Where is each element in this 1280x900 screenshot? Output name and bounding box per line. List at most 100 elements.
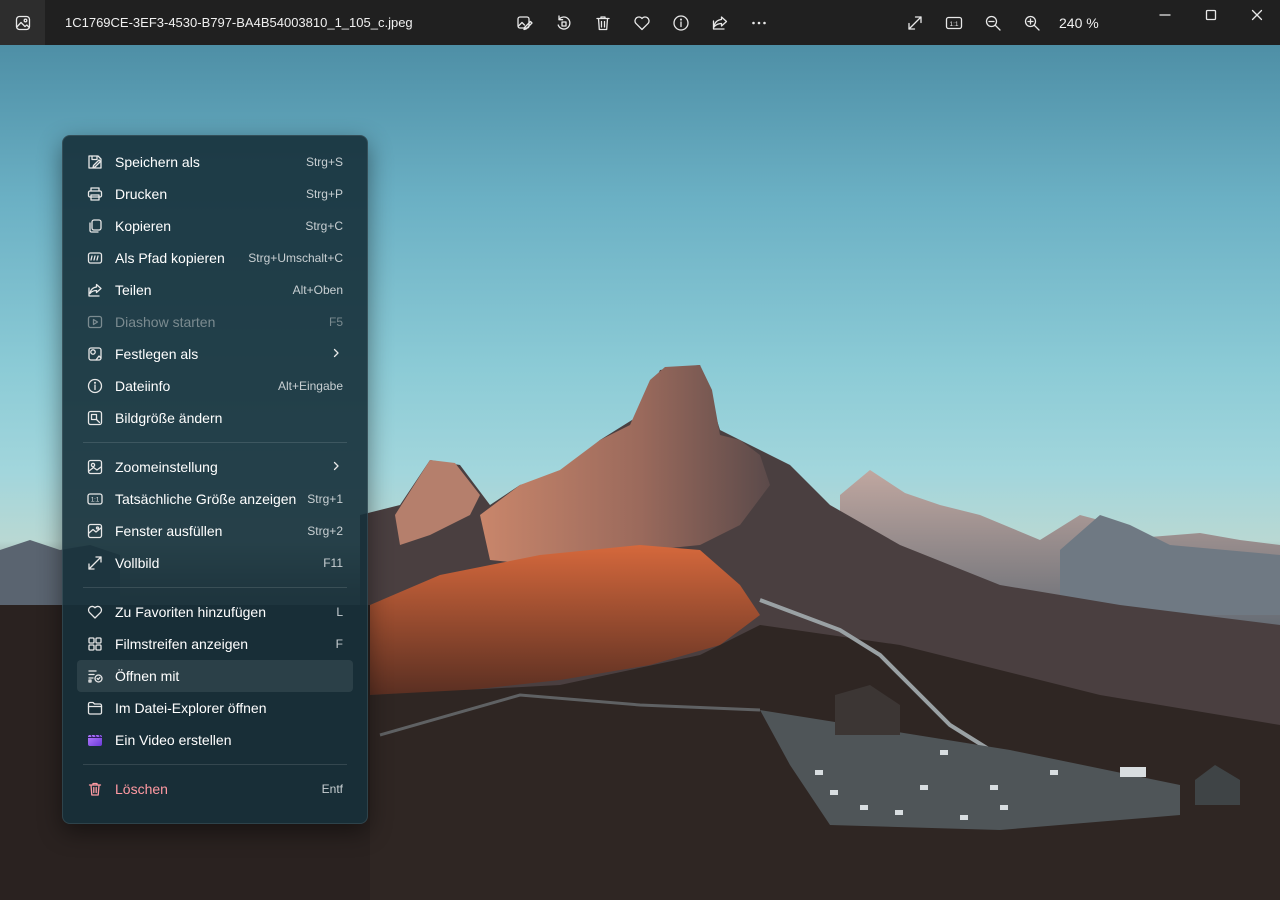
menu-item-share[interactable]: Teilen Alt+Oben [77,274,353,306]
zoom-out-icon [985,15,1001,31]
menu-item-actual-size[interactable]: 1:1 Tatsächliche Größe anzeigen Strg+1 [77,483,353,515]
menu-item-shortcut: Strg+C [305,219,343,233]
menu-item-shortcut: Entf [321,782,343,796]
app-menu-button[interactable] [0,0,45,45]
actual-size-icon: 1:1 [87,493,103,505]
menu-item-slideshow: Diashow starten F5 [77,306,353,338]
menu-item-filmstrip[interactable]: Filmstreifen anzeigen F [77,628,353,660]
menu-item-shortcut: Alt+Oben [292,283,343,297]
menu-item-shortcut: Strg+P [305,187,343,201]
minimize-icon [1159,14,1171,16]
menu-item-shortcut: Strg+2 [307,524,343,538]
open-with-icon [88,670,103,683]
menu-item-label: Diashow starten [115,314,216,330]
menu-item-set-as[interactable]: Festlegen als [77,338,353,370]
menu-item-delete[interactable]: Löschen Entf [77,773,353,805]
folder-icon [87,701,103,715]
maximize-icon [1205,9,1217,21]
minimize-button[interactable] [1142,0,1188,30]
menu-item-label: Bildgröße ändern [115,410,223,426]
delete-icon [595,15,610,30]
rotate-button[interactable] [544,7,583,39]
svg-text:1:1: 1:1 [91,498,100,504]
close-icon [1251,9,1263,21]
menu-item-label: Filmstreifen anzeigen [115,636,249,652]
menu-item-label: Vollbild [115,555,160,571]
favorite-button[interactable] [622,7,661,39]
rotate-icon [557,14,570,30]
slideshow-icon [87,315,103,329]
menu-item-open-explorer[interactable]: Im Datei-Explorer öffnen [77,692,353,724]
menu-item-label: Zu Favoriten hinzufügen [115,604,266,620]
favorite-icon [633,15,650,30]
menu-item-open-with[interactable]: Öffnen mit [77,660,353,692]
fullscreen-icon [88,556,102,570]
filmstrip-icon [88,637,102,651]
menu-item-shortcut: Strg+1 [307,492,343,506]
fill-window-icon [87,523,103,539]
menu-item-copy-path[interactable]: Als Pfad kopieren Strg+Umschalt+C [77,242,353,274]
chevron-right-icon [333,348,339,358]
maximize-button[interactable] [1188,0,1234,30]
heart-icon [87,605,103,619]
menu-item-file-info[interactable]: Dateiinfo Alt+Eingabe [77,370,353,402]
menu-separator [83,442,347,443]
edit-image-button[interactable] [505,7,544,39]
more-button[interactable] [739,7,778,39]
zoom-out-button[interactable] [973,7,1012,39]
zoom-in-icon [1024,15,1040,31]
menu-separator [83,764,347,765]
menu-item-label: Zoomeinstellung [115,459,218,475]
fullscreen-button[interactable] [895,7,934,39]
video-editor-icon [88,734,102,746]
zoom-setting-icon [87,459,103,475]
menu-item-add-favorite[interactable]: Zu Favoriten hinzufügen L [77,596,353,628]
menu-item-create-video[interactable]: Ein Video erstellen [77,724,353,756]
info-icon [87,378,103,394]
menu-item-shortcut: F5 [328,315,343,329]
trash-icon [88,782,102,796]
toolbar-right: 1:1 240 % [895,0,1099,45]
resize-icon [87,410,103,426]
menu-item-copy[interactable]: Kopieren Strg+C [77,210,353,242]
window-controls [1142,0,1280,30]
menu-item-label: Ein Video erstellen [115,732,232,748]
title-bar: 1C1769CE-3EF3-4530-B797-BA4B54003810_1_1… [0,0,1280,45]
menu-item-label: Kopieren [115,218,172,234]
set-as-icon [88,347,102,361]
menu-item-label: Festlegen als [115,346,199,362]
file-name: 1C1769CE-3EF3-4530-B797-BA4B54003810_1_1… [65,15,413,30]
menu-item-fill-window[interactable]: Fenster ausfüllen Strg+2 [77,515,353,547]
fullscreen-icon [907,15,922,30]
chevron-right-icon [333,461,339,471]
menu-item-label: Drucken [115,186,168,202]
menu-item-shortcut: L [336,605,343,619]
menu-item-shortcut: F11 [323,556,343,570]
print-icon [87,187,103,201]
menu-item-label: Dateiinfo [115,378,171,394]
photos-app-icon [15,15,30,30]
menu-item-resize-image[interactable]: Bildgröße ändern [77,402,353,434]
menu-item-save-as[interactable]: Speichern als Strg+S [77,146,353,178]
menu-item-label: Fenster ausfüllen [115,523,223,539]
menu-item-label: Als Pfad kopieren [115,250,225,266]
zoom-in-button[interactable] [1012,7,1051,39]
copy-path-icon [87,252,103,264]
share-button[interactable] [700,7,739,39]
zoom-level[interactable]: 240 % [1059,15,1099,31]
info-button[interactable] [661,7,700,39]
save-as-icon [88,155,102,169]
menu-item-print[interactable]: Drucken Strg+P [77,178,353,210]
menu-item-fullscreen[interactable]: Vollbild F11 [77,547,353,579]
actual-size-button[interactable]: 1:1 [934,7,973,39]
menu-item-shortcut: Alt+Eingabe [277,379,343,393]
actual-size-icon: 1:1 [945,16,962,29]
menu-item-label: Öffnen mit [115,668,180,684]
menu-item-shortcut: F [335,637,343,651]
menu-item-shortcut: Strg+S [305,155,343,169]
close-button[interactable] [1234,0,1280,30]
delete-button[interactable] [583,7,622,39]
more-icon [751,21,766,24]
menu-item-label: Speichern als [115,154,200,170]
menu-item-zoom-setting[interactable]: Zoomeinstellung [77,451,353,483]
